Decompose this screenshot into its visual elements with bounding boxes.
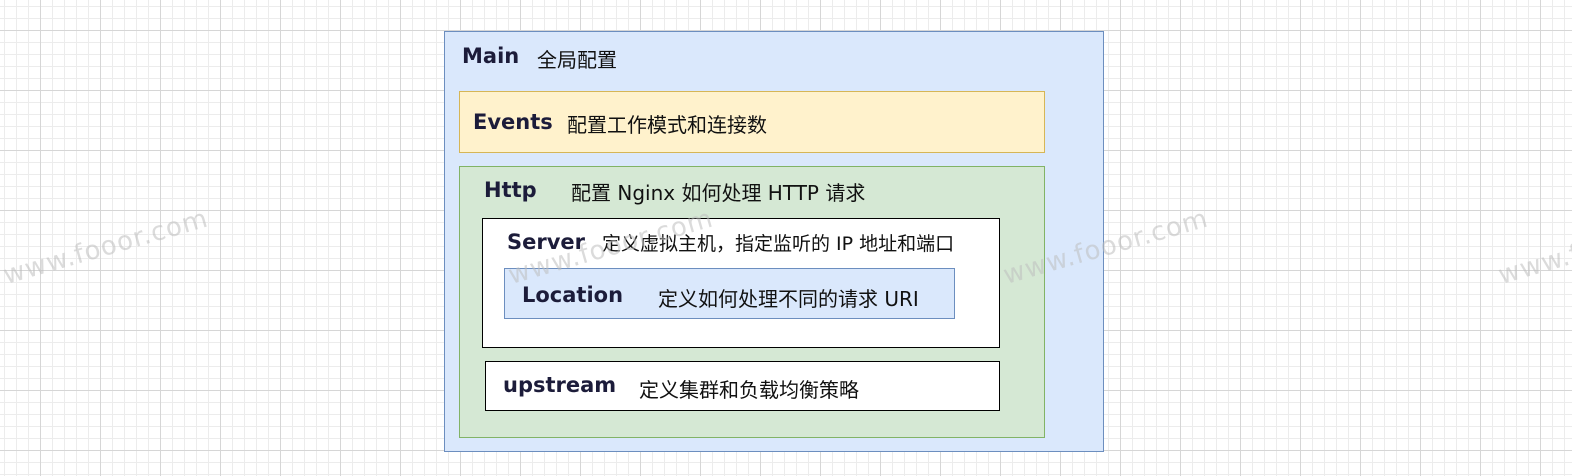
server-description: 定义虚拟主机，指定监听的 IP 地址和端口 [602, 233, 955, 255]
upstream-description: 定义集群和负载均衡策略 [639, 378, 859, 402]
upstream-keyword: upstream [503, 373, 617, 397]
location-description: 定义如何处理不同的请求 URI [658, 287, 919, 311]
http-keyword: Http [484, 178, 537, 202]
main-description: 全局配置 [537, 48, 617, 72]
main-keyword: Main [462, 44, 520, 68]
events-keyword: Events [473, 110, 553, 134]
watermark-left: www.fooor.com [0, 203, 212, 291]
events-description: 配置工作模式和连接数 [567, 113, 767, 137]
http-description: 配置 Nginx 如何处理 HTTP 请求 [571, 181, 866, 205]
watermark-far-right: www.fooor.com [1495, 203, 1572, 291]
location-keyword: Location [522, 283, 624, 307]
server-keyword: Server [507, 230, 586, 254]
